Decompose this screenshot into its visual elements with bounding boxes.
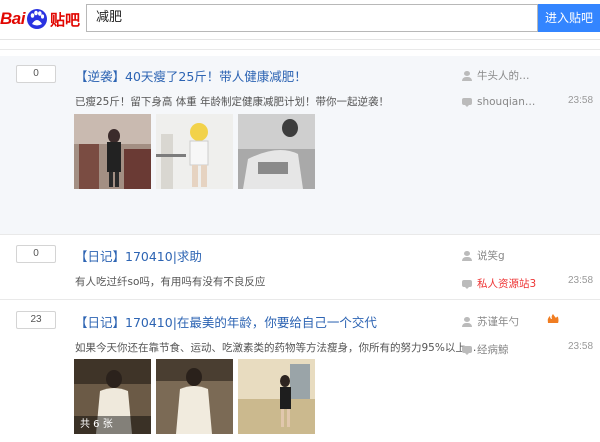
comment-icon [462,345,472,355]
thread-excerpt: 已瘦25斤！留下身高 体重 年龄制定健康减肥计划！带你一起逆袭！ [75,96,390,108]
thread-author-name: 说笑g [477,250,505,262]
thread-title[interactable]: 【日记】170410|在最美的年龄，你要给自己一个交代 [75,312,377,331]
thread-excerpt: 有人吃过纤so吗，有用吗有没有不良反应 [75,276,266,288]
comment-icon [462,279,472,289]
thread-author[interactable]: 牛头人的… [462,68,530,83]
thumbnail-image [238,359,315,434]
thread-item[interactable]: 0 【日记】170410|求助 有人吃过纤so吗，有用吗有没有不良反应 说笑g … [0,235,600,297]
thread-item[interactable]: 0 【逆袭】40天瘦了25斤！带人健康减肥！ 已瘦25斤！留下身高 体重 年龄制… [0,56,600,234]
divider [0,49,600,50]
thumbnail-image [74,114,151,189]
thread-excerpt: 如果今天你还在靠节食、运动、吃激素类的药物等方法瘦身，你所有的努力95%以上… [75,342,477,354]
thumbnail-image [156,359,233,434]
logo-text-tieba: 贴吧 [49,10,80,29]
thread-title[interactable]: 【逆袭】40天瘦了25斤！带人健康减肥！ [75,66,307,85]
photo-count-label: 共 6 张 [74,416,151,434]
thread-author-name: 牛头人的… [477,70,530,82]
reply-count-badge: 23 [16,311,56,329]
last-reply-time: 23:58 [568,275,594,286]
thread-thumbnail[interactable] [156,114,233,189]
baidu-tieba-logo[interactable]: Bai 贴吧 [0,5,80,33]
thread-title[interactable]: 【日记】170410|求助 [75,246,202,265]
thread-thumbnail[interactable] [238,114,315,189]
enter-tieba-button[interactable]: 进入贴吧 [538,4,600,32]
last-reply-user-name: shouqian… [477,96,536,108]
thread-author[interactable]: 说笑g [462,248,505,263]
reply-count-badge: 0 [16,65,56,83]
reply-count-badge: 0 [16,245,56,263]
last-reply-user-name: 经病鯨 [477,344,509,356]
last-reply-user[interactable]: 经病鯨 [462,342,509,357]
thread-thumbnail[interactable] [156,359,233,434]
last-reply-time: 23:58 [568,95,594,106]
last-reply-user-name: 私人资源站3 [477,278,537,290]
hot-icon [547,314,559,323]
thumbnail-image [238,114,315,189]
person-icon [462,250,472,261]
comment-icon [462,97,472,107]
thread-item[interactable]: 23 【日记】170410|在最美的年龄，你要给自己一个交代 如果今天你还在靠节… [0,300,600,442]
logo-text-bai: Bai [0,9,25,28]
person-icon [462,70,472,81]
person-icon [462,316,472,327]
paw-icon [26,9,47,29]
search-input[interactable]: 减肥 [86,4,538,32]
thread-thumbnail[interactable]: 共 6 张 [74,359,151,434]
last-reply-user[interactable]: shouqian… [462,96,535,108]
last-reply-time: 23:58 [568,341,594,352]
thumbnail-image [156,114,233,189]
last-reply-user[interactable]: 私人资源站3 [462,276,536,291]
thread-author-name: 苏谨年勺 [477,316,519,328]
thread-author[interactable]: 苏谨年勺 [462,314,519,329]
top-bar: Bai 贴吧 减肥 进入贴吧 [0,0,600,40]
thread-thumbnail[interactable] [74,114,151,189]
thread-thumbnail[interactable] [238,359,315,434]
